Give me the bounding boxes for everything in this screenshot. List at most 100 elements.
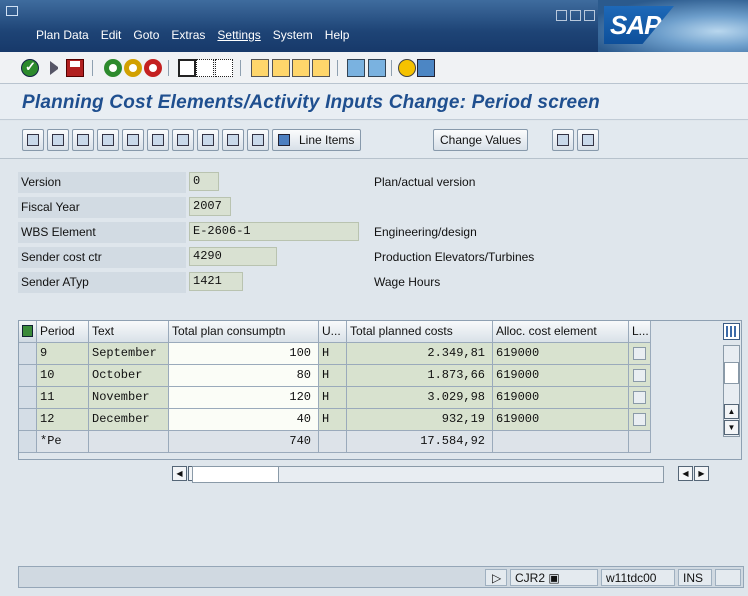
vertical-scroll-thumb[interactable] (724, 362, 739, 384)
select-block-icon[interactable] (72, 129, 94, 151)
back-icon[interactable] (104, 59, 122, 77)
lock-checkbox[interactable] (633, 391, 646, 404)
cell-total-consumption: 740 (169, 431, 319, 453)
table-settings-icon[interactable] (723, 323, 740, 340)
copy-row-icon[interactable] (147, 129, 169, 151)
create-session-icon[interactable] (347, 59, 365, 77)
page-title-bar: Planning Cost Elements/Activity Inputs C… (0, 84, 748, 120)
cell-period: 9 (37, 343, 89, 365)
cell-total-costs: 17.584,92 (347, 431, 493, 453)
column-header-costs[interactable]: Total planned costs (347, 321, 493, 343)
transaction-code[interactable]: CJR2 ▣ (510, 569, 598, 586)
row-selector[interactable] (19, 431, 37, 453)
cancel-icon[interactable] (144, 59, 162, 77)
lock-checkbox[interactable] (633, 347, 646, 360)
change-values-button[interactable]: Change Values (433, 129, 529, 151)
menu-plan-data[interactable]: Plan Data (36, 28, 89, 42)
table-row: 11 November 120 H 3.029,98 619000 (19, 387, 719, 409)
edit-icon[interactable] (247, 129, 269, 151)
line-items-button[interactable]: Line Items (272, 129, 362, 151)
cell-consumption-input[interactable]: 80 (169, 365, 319, 387)
first-page-icon[interactable] (251, 59, 269, 77)
version-field[interactable]: 0 (189, 172, 219, 191)
scroll-left-icon[interactable]: ◀ (678, 466, 693, 481)
status-info-icon (715, 569, 741, 586)
cell-period: 10 (37, 365, 89, 387)
scroll-right-icon[interactable]: ▶ (694, 466, 709, 481)
cell-consumption-input[interactable]: 100 (169, 343, 319, 365)
sender-atyp-field[interactable]: 1421 (189, 272, 243, 291)
session-list-icon: ▣ (548, 571, 560, 585)
close-icon[interactable] (584, 10, 595, 21)
lock-checkbox[interactable] (633, 413, 646, 426)
menu-settings[interactable]: Settings (217, 28, 260, 42)
help-icon[interactable] (398, 59, 416, 77)
copy-icon[interactable] (197, 129, 219, 151)
command-field-toggle-icon[interactable] (50, 61, 58, 75)
menu-edit[interactable]: Edit (101, 28, 122, 42)
vertical-scrollbar[interactable]: ▲ ▼ (723, 345, 740, 437)
other-view-icon[interactable] (47, 129, 69, 151)
find-icon[interactable] (196, 59, 214, 77)
column-header-consumption[interactable]: Total plan consumptn (169, 321, 319, 343)
scroll-left-icon[interactable]: ◀ (172, 466, 187, 481)
sender-cost-ctr-field[interactable]: 4290 (189, 247, 277, 266)
fiscal-year-field[interactable]: 2007 (189, 197, 231, 216)
enter-icon[interactable] (21, 59, 39, 77)
table-header: Period Text Total plan consumptn U... To… (19, 321, 719, 343)
save-icon[interactable] (66, 59, 84, 77)
input-mode[interactable]: INS (678, 569, 712, 586)
delete-row-icon[interactable] (122, 129, 144, 151)
cut-icon[interactable] (172, 129, 194, 151)
row-selector[interactable] (19, 387, 37, 409)
system-menu-icon[interactable] (6, 6, 18, 16)
insert-row-icon[interactable] (97, 129, 119, 151)
toolbar-separator (240, 60, 241, 76)
create-shortcut-icon[interactable] (368, 59, 386, 77)
menu-help[interactable]: Help (325, 28, 350, 42)
status-expand-icon[interactable]: ▷ (485, 569, 507, 586)
cell-consumption-input[interactable]: 40 (169, 409, 319, 431)
next-combination-icon[interactable] (577, 129, 599, 151)
column-header-cost-element[interactable]: Alloc. cost element (493, 321, 629, 343)
exit-icon[interactable] (124, 59, 142, 77)
paste-icon[interactable] (222, 129, 244, 151)
server-name: w11tdc00 (601, 569, 675, 586)
fiscal-year-label: Fiscal Year (18, 197, 186, 218)
print-icon[interactable] (178, 59, 196, 77)
column-header-unit[interactable]: U... (319, 321, 347, 343)
cell-total-unit (319, 431, 347, 453)
cell-consumption-input[interactable]: 120 (169, 387, 319, 409)
cell-lock (629, 365, 651, 387)
previous-combination-icon[interactable] (552, 129, 574, 151)
row-selector[interactable] (19, 365, 37, 387)
select-icon[interactable] (22, 129, 44, 151)
previous-page-icon[interactable] (272, 59, 290, 77)
cell-total-period: *Pe (37, 431, 89, 453)
sender-atyp-label: Sender ATyp (18, 272, 186, 293)
minimize-icon[interactable] (556, 10, 567, 21)
next-page-icon[interactable] (292, 59, 310, 77)
last-page-icon[interactable] (312, 59, 330, 77)
menu-goto[interactable]: Goto (133, 28, 159, 42)
row-selector[interactable] (19, 409, 37, 431)
menu-extras[interactable]: Extras (171, 28, 205, 42)
maximize-icon[interactable] (570, 10, 581, 21)
column-header-lock[interactable]: L... (629, 321, 651, 343)
find-next-icon[interactable] (215, 59, 233, 77)
layout-menu-icon[interactable] (417, 59, 435, 77)
row-selector[interactable] (19, 343, 37, 365)
menu-system[interactable]: System (273, 28, 313, 42)
lock-checkbox[interactable] (633, 369, 646, 382)
select-all-icon[interactable] (19, 321, 37, 343)
wbs-element-field[interactable]: E-2606-1 (189, 222, 359, 241)
column-header-text[interactable]: Text (89, 321, 169, 343)
cell-text: November (89, 387, 169, 409)
scroll-down-icon[interactable]: ▼ (724, 420, 739, 435)
cell-text: December (89, 409, 169, 431)
column-header-period[interactable]: Period (37, 321, 89, 343)
horizontal-scroll-thumb[interactable] (193, 467, 279, 482)
scroll-up-icon[interactable]: ▲ (724, 404, 739, 419)
standard-toolbar (0, 52, 748, 84)
horizontal-scrollbar[interactable] (192, 466, 664, 483)
